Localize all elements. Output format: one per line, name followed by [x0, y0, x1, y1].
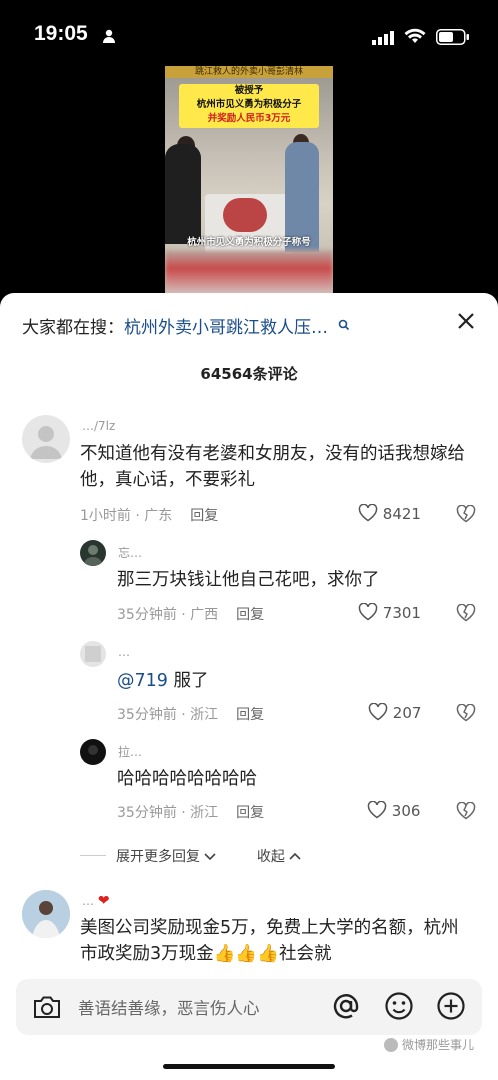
like-count: 8421 — [382, 505, 421, 523]
search-icon[interactable] — [338, 316, 350, 336]
collapse-label: 收起 — [256, 849, 285, 865]
chevron-up-icon — [289, 852, 301, 860]
status-bar: 19:05 — [0, 0, 498, 70]
watermark-text: 微博那些事儿 — [402, 1038, 475, 1052]
person-icon — [102, 28, 116, 47]
comment-input-placeholder: 善语结善缘，恶言伤人心 — [78, 999, 260, 1018]
comment-text: 那三万块钱让他自己花吧，求你了 — [117, 570, 380, 590]
status-time: 19:05 — [34, 22, 88, 45]
chevron-down-icon — [204, 853, 217, 861]
video-top-banner: 跳江救人的外卖小哥彭清林 — [165, 66, 333, 78]
comment-text-body: 服了 — [167, 671, 209, 691]
divider-line — [80, 855, 106, 856]
comment-meta: 1小时前 · 广东 回复 — [80, 505, 218, 525]
trending-search-query[interactable]: 杭州外卖小哥跳江救人压… — [124, 318, 328, 338]
avatar[interactable] — [80, 739, 106, 765]
broken-heart-icon — [456, 603, 476, 622]
camera-icon[interactable] — [32, 993, 62, 1025]
dislike-button[interactable] — [456, 603, 476, 623]
like-button[interactable]: 207 — [368, 702, 422, 722]
like-count: 306 — [391, 802, 421, 820]
comment-time: 1小时前 · 广东 — [80, 508, 173, 524]
video-player[interactable]: 跳江救人的外卖小哥彭清林 被授予 杭州市见义勇为积极分子 并奖励人民币3万元 杭… — [165, 66, 333, 296]
notice-line1: 被授予 — [234, 85, 264, 96]
comment-text: @719 服了 — [117, 668, 477, 694]
heart-icon — [367, 800, 387, 819]
dislike-button[interactable] — [456, 801, 476, 821]
dislike-button[interactable] — [456, 504, 476, 524]
avatar[interactable] — [22, 890, 70, 938]
comment-meta: 35分钟前 · 浙江 回复 — [117, 704, 264, 724]
mention-icon[interactable] — [330, 990, 362, 1026]
comment-text: 不知道他有没有老婆和女朋友，没有的话我想嫁给他，真心话，不要彩礼 — [80, 444, 465, 490]
comment-time: 35分钟前 · 浙江 — [117, 707, 219, 723]
watermark-logo-icon — [384, 1038, 398, 1052]
broken-heart-icon — [456, 504, 476, 523]
comment-text: 美图公司奖励现金5万，免费上大学的名额，杭州市政奖励3万现金👍👍👍社会就 — [80, 918, 459, 964]
add-icon[interactable] — [436, 991, 466, 1025]
comment-count: 64564条评论 — [0, 363, 498, 384]
notice-line2: 杭州市见义勇为积极分子 — [196, 99, 302, 110]
trending-search-prefix: 大家都在搜： — [22, 318, 124, 338]
comment-sheet: 大家都在搜：杭州外卖小哥跳江救人压… 64564条评论 …/7lz 不知道他有没… — [0, 293, 498, 1080]
avatar[interactable] — [80, 641, 106, 667]
close-icon[interactable] — [452, 307, 480, 335]
heart-icon — [368, 702, 388, 721]
comment-username[interactable]: 拉… — [118, 743, 142, 760]
video-caption: 杭州市见义勇为积极分子称号 — [187, 237, 311, 248]
battery-icon — [436, 29, 470, 49]
like-button[interactable]: 8421 — [358, 503, 421, 523]
wifi-icon — [404, 28, 426, 48]
comment-username[interactable]: …/7lz — [82, 419, 115, 433]
comment-input-bar: 善语结善缘，恶言伤人心 微博那些事儿 — [0, 965, 498, 1080]
broken-heart-icon — [456, 801, 476, 820]
mention-link[interactable]: @719 — [117, 671, 168, 691]
heart-emoji-icon: ❤ — [97, 893, 110, 909]
comment-count-number: 64564 — [200, 365, 253, 383]
broken-heart-icon — [456, 703, 476, 722]
watermark: 微博那些事儿 — [384, 1036, 474, 1053]
comment-time: 35分钟前 · 浙江 — [117, 805, 219, 821]
comment-username[interactable]: … ❤ — [82, 893, 110, 909]
emoji-icon[interactable] — [384, 991, 414, 1025]
dislike-button[interactable] — [456, 703, 476, 723]
avatar[interactable] — [22, 415, 70, 463]
comment-meta: 35分钟前 · 广西 回复 — [117, 604, 264, 624]
trending-search[interactable]: 大家都在搜：杭州外卖小哥跳江救人压… — [22, 313, 422, 338]
like-button[interactable]: 306 — [367, 800, 421, 820]
video-figure — [165, 144, 201, 244]
video-patient — [223, 198, 267, 232]
comment-count-suffix: 条评论 — [252, 365, 298, 383]
expand-more-label: 展开更多回复 — [116, 849, 200, 865]
reply-button[interactable]: 回复 — [190, 508, 218, 524]
replies-controls: 展开更多回复 收起 — [80, 846, 380, 866]
comment-time: 35分钟前 · 广西 — [117, 607, 219, 623]
comment-username[interactable]: … — [118, 645, 130, 659]
like-count: 7301 — [382, 604, 421, 622]
comment-meta: 35分钟前 · 浙江 回复 — [117, 802, 264, 822]
comment-text: 哈哈哈哈哈哈哈哈 — [117, 769, 257, 789]
reply-button[interactable]: 回复 — [236, 607, 264, 623]
like-count: 207 — [392, 704, 422, 722]
signal-icon — [372, 30, 394, 49]
heart-icon — [358, 602, 378, 621]
home-indicator[interactable] — [163, 1064, 335, 1069]
reply-button[interactable]: 回复 — [236, 805, 264, 821]
comment-username[interactable]: 忘… — [118, 544, 142, 561]
video-blurred-area — [165, 250, 333, 296]
comment-username-text: … — [82, 894, 94, 908]
avatar[interactable] — [80, 540, 106, 566]
heart-icon — [358, 503, 378, 522]
notice-line3: 并奖励人民币3万元 — [207, 113, 291, 124]
reply-button[interactable]: 回复 — [236, 707, 264, 723]
expand-more-button[interactable]: 展开更多回复 — [116, 849, 217, 865]
like-button[interactable]: 7301 — [358, 602, 421, 622]
collapse-button[interactable]: 收起 — [257, 849, 301, 865]
comment-input[interactable]: 善语结善缘，恶言伤人心 — [16, 979, 482, 1035]
video-notice: 被授予 杭州市见义勇为积极分子 并奖励人民币3万元 — [179, 84, 319, 128]
